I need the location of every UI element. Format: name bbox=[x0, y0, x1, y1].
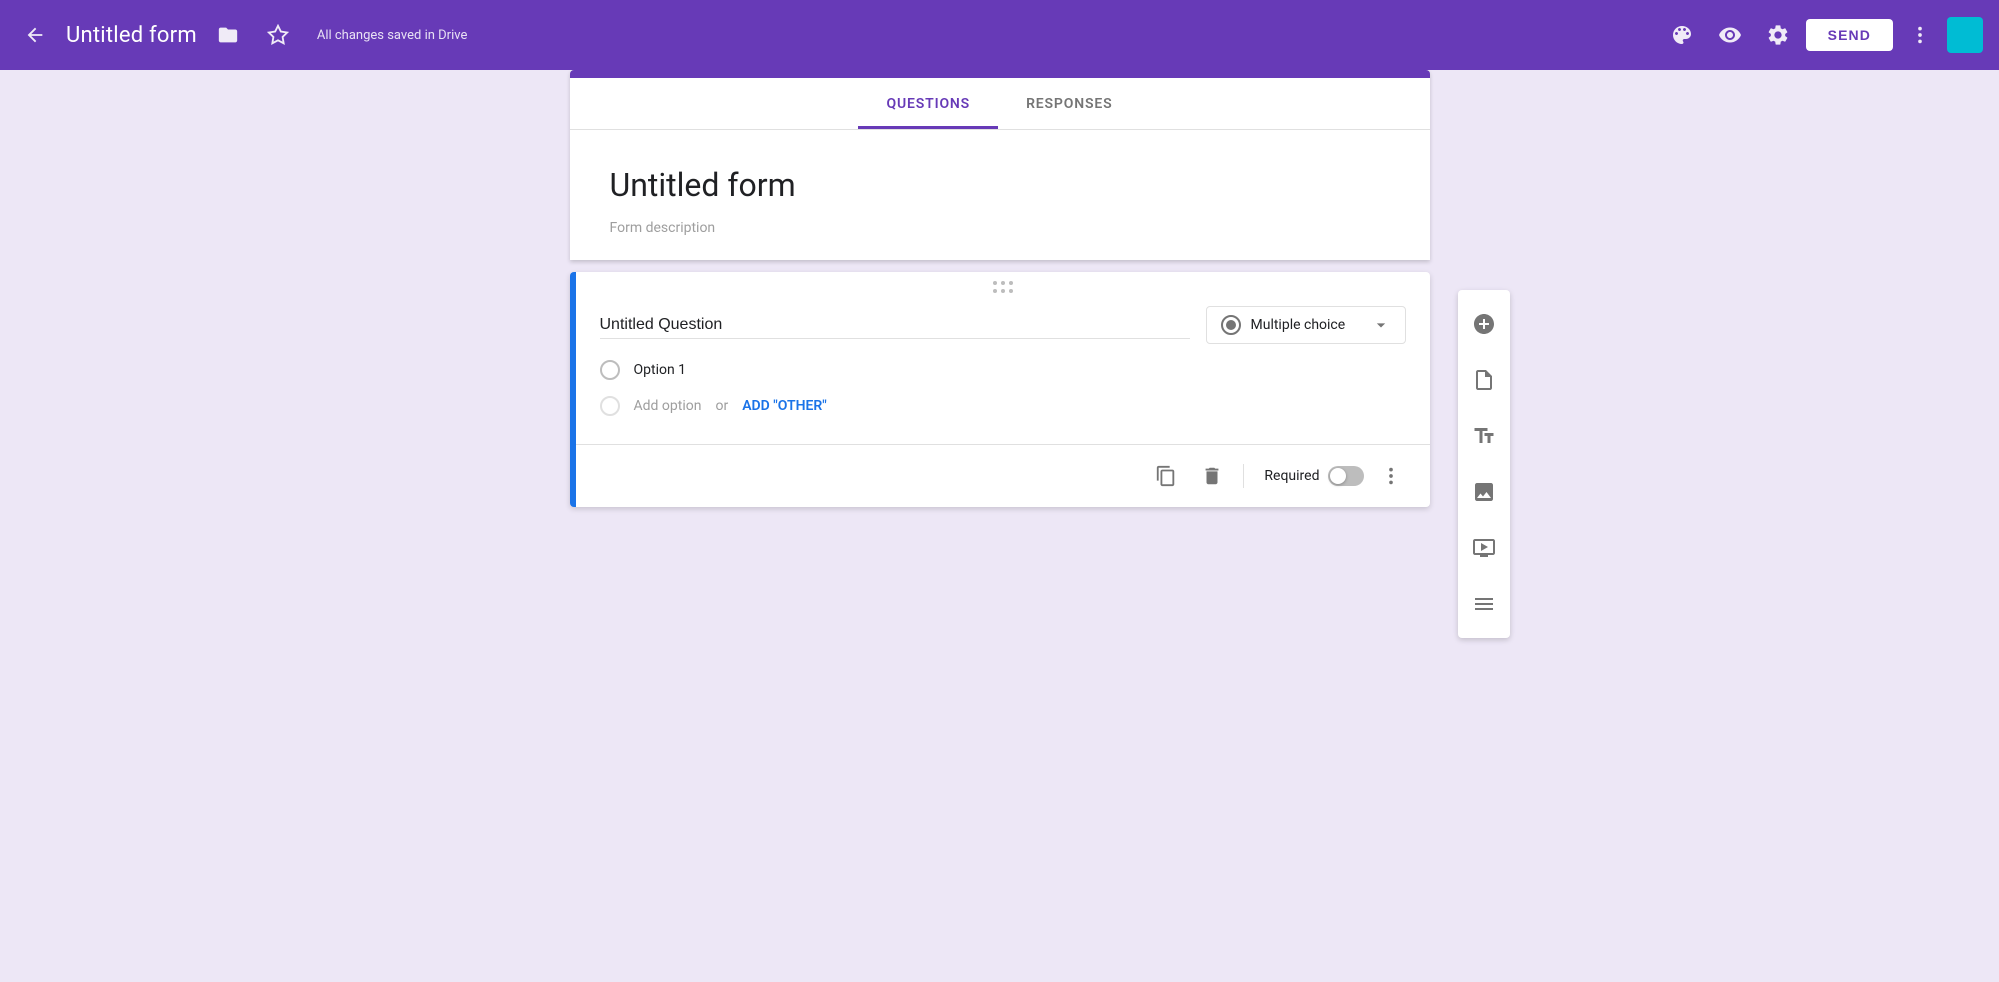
question-footer: Required bbox=[576, 444, 1430, 507]
options-section: Option 1 Add option or ADD "OTHER" bbox=[576, 360, 1430, 444]
dropdown-arrow-icon bbox=[1371, 315, 1391, 335]
saved-status: All changes saved in Drive bbox=[317, 28, 468, 43]
more-options-button[interactable] bbox=[1901, 16, 1939, 54]
question-header: Multiple choice bbox=[576, 298, 1430, 360]
right-sidebar bbox=[1458, 290, 1510, 638]
palette-button[interactable] bbox=[1662, 15, 1702, 55]
duplicate-button[interactable] bbox=[1147, 457, 1185, 495]
tabs-row: QUESTIONS RESPONSES bbox=[570, 78, 1430, 130]
option-row-1: Option 1 bbox=[600, 360, 1406, 380]
add-option-row: Add option or ADD "OTHER" bbox=[600, 396, 1406, 416]
form-title-topbar: Untitled form bbox=[66, 23, 197, 48]
form-description[interactable]: Form description bbox=[610, 220, 1390, 236]
back-button[interactable] bbox=[16, 16, 54, 54]
add-video-button[interactable] bbox=[1458, 522, 1510, 574]
settings-button[interactable] bbox=[1758, 15, 1798, 55]
topbar: Untitled form All changes saved in Drive bbox=[0, 0, 1999, 70]
toggle-knob bbox=[1330, 468, 1346, 484]
form-title-section: Untitled form Form description bbox=[570, 130, 1430, 260]
add-option-radio bbox=[600, 396, 620, 416]
option-radio-1 bbox=[600, 360, 620, 380]
form-header-card: QUESTIONS RESPONSES Untitled form Form d… bbox=[570, 70, 1430, 260]
required-toggle[interactable] bbox=[1328, 466, 1364, 486]
folder-button[interactable] bbox=[209, 16, 247, 54]
star-button[interactable] bbox=[259, 16, 297, 54]
add-option-text[interactable]: Add option bbox=[634, 398, 702, 414]
drag-handle[interactable] bbox=[576, 272, 1430, 298]
radio-icon-inner bbox=[1226, 320, 1236, 330]
topbar-left: Untitled form All changes saved in Drive bbox=[16, 16, 1662, 54]
tab-questions[interactable]: QUESTIONS bbox=[858, 78, 998, 129]
radio-icon bbox=[1221, 315, 1241, 335]
import-questions-button[interactable] bbox=[1458, 354, 1510, 406]
option-label-1[interactable]: Option 1 bbox=[634, 362, 687, 378]
question-type-dropdown[interactable]: Multiple choice bbox=[1206, 306, 1406, 344]
add-title-button[interactable] bbox=[1458, 410, 1510, 462]
delete-button[interactable] bbox=[1193, 457, 1231, 495]
add-section-button[interactable] bbox=[1458, 578, 1510, 630]
add-option-or: or bbox=[715, 398, 728, 414]
required-text: Required bbox=[1264, 468, 1319, 484]
avatar[interactable] bbox=[1947, 17, 1983, 53]
form-main-title[interactable]: Untitled form bbox=[610, 166, 1390, 204]
add-other-link[interactable]: ADD "OTHER" bbox=[742, 398, 827, 414]
question-title-input[interactable] bbox=[600, 312, 1190, 339]
add-question-button[interactable] bbox=[1458, 298, 1510, 350]
topbar-right: SEND bbox=[1662, 15, 1983, 55]
tab-responses[interactable]: RESPONSES bbox=[998, 78, 1140, 129]
add-image-button[interactable] bbox=[1458, 466, 1510, 518]
send-button[interactable]: SEND bbox=[1806, 19, 1893, 51]
question-card: Multiple choice Option 1 Add option or A… bbox=[570, 272, 1430, 507]
question-type-label: Multiple choice bbox=[1251, 317, 1346, 333]
center-column: QUESTIONS RESPONSES Untitled form Form d… bbox=[570, 70, 1430, 982]
preview-button[interactable] bbox=[1710, 15, 1750, 55]
question-more-button[interactable] bbox=[1372, 457, 1410, 495]
divider bbox=[1243, 464, 1244, 488]
main-area: QUESTIONS RESPONSES Untitled form Form d… bbox=[0, 70, 1999, 982]
